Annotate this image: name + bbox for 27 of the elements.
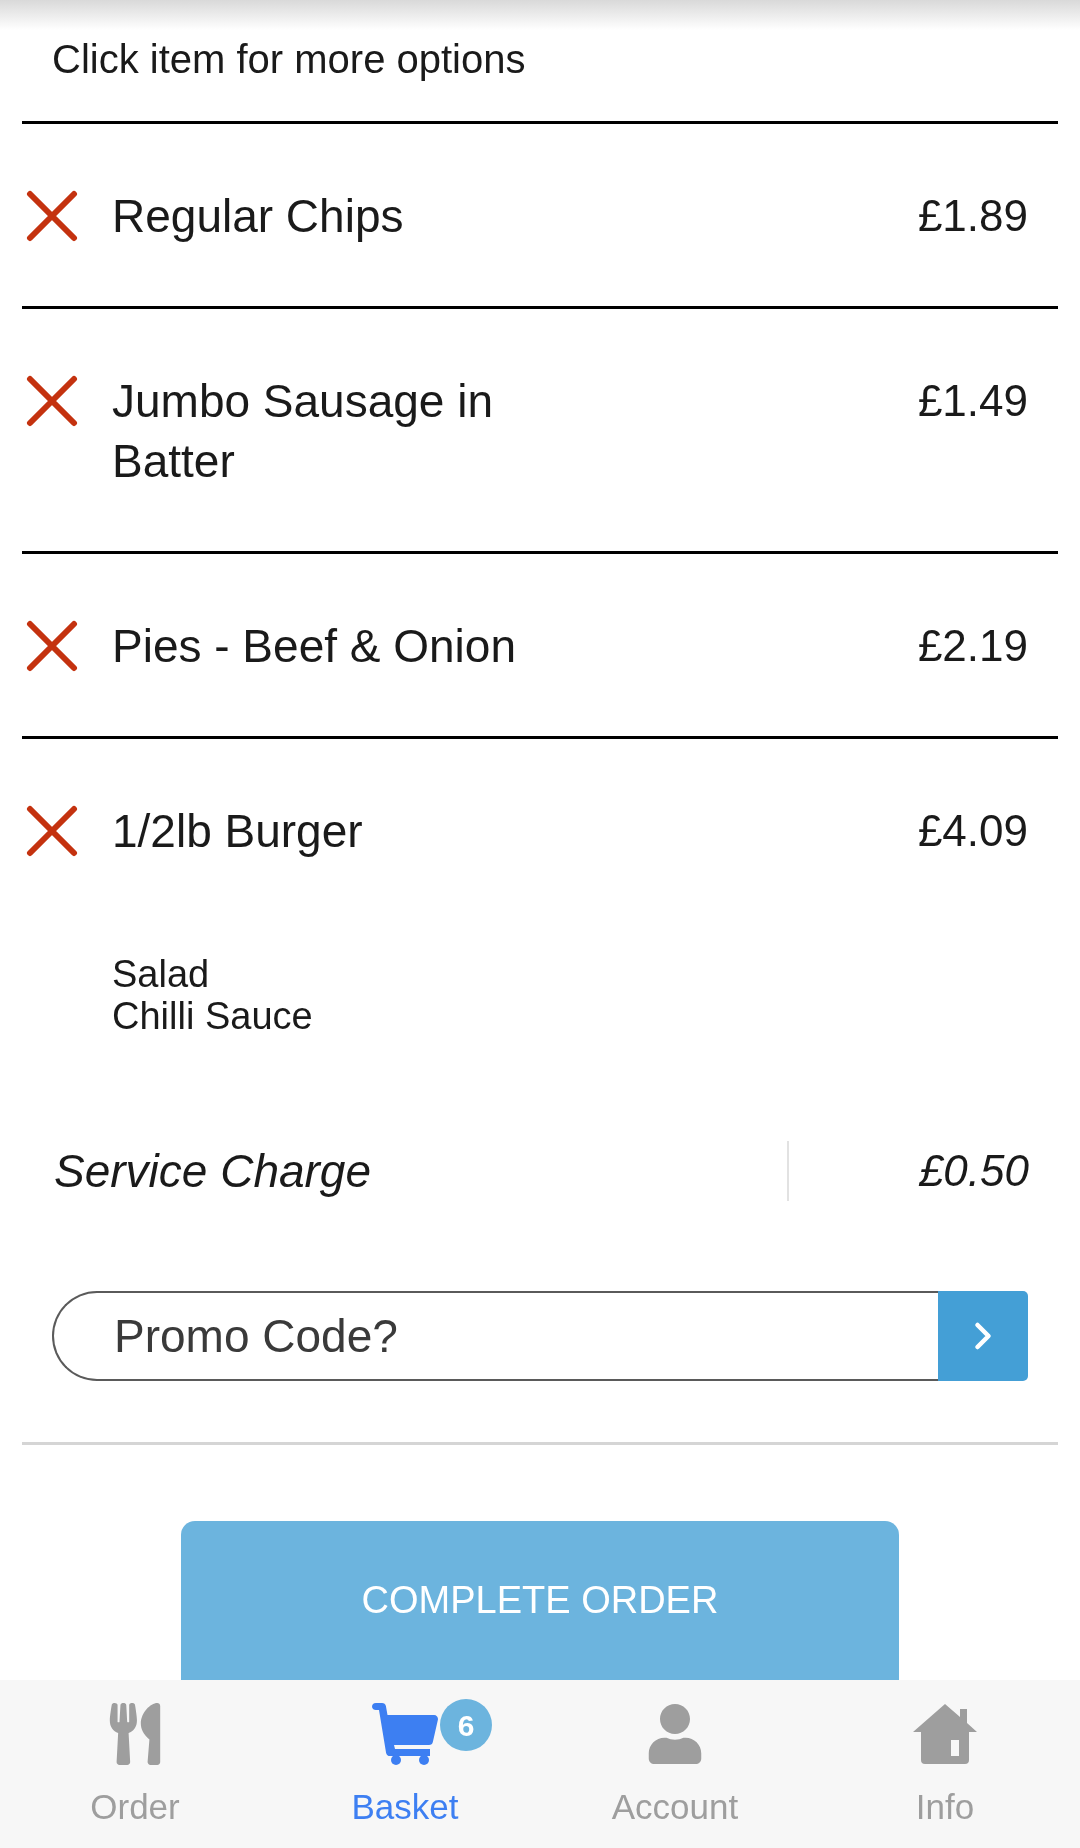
cross-icon[interactable]: [26, 190, 78, 242]
item-name[interactable]: Jumbo Sausage in Batter: [112, 371, 572, 491]
item-name[interactable]: 1/2lb Burger: [112, 801, 363, 861]
cross-icon[interactable]: [26, 375, 78, 427]
nav-tab[interactable]: Account: [611, 1680, 739, 1848]
cart-icon: [372, 1703, 438, 1765]
item-price: £1.89: [917, 190, 1028, 242]
cross-icon[interactable]: [26, 805, 78, 857]
item-price: £1.49: [917, 375, 1028, 427]
option-text: Salad: [112, 953, 210, 995]
item-name[interactable]: Regular Chips: [112, 186, 404, 246]
complete-order-button[interactable]: COMPLETE ORDER: [181, 1521, 899, 1680]
instruction-text: Click item for more options: [52, 37, 526, 81]
service-charge-amount: £0.50: [918, 1145, 1029, 1197]
option-text: Chilli Sauce: [112, 995, 313, 1037]
nav-tab[interactable]: Info: [913, 1680, 977, 1848]
person-icon: [646, 1704, 704, 1764]
promo-code-field[interactable]: Promo Code?: [52, 1291, 938, 1381]
item-name[interactable]: Pies - Beef & Onion: [112, 616, 516, 676]
cross-icon[interactable]: [26, 620, 78, 672]
item-price: £4.09: [917, 805, 1028, 857]
house-icon: [913, 1704, 977, 1764]
service-charge-label: Service Charge: [54, 1145, 372, 1197]
count-badge: 6: [440, 1699, 492, 1751]
fork-knife-icon: [107, 1703, 163, 1765]
item-price: £2.19: [917, 620, 1028, 672]
nav-tab[interactable]: Order: [90, 1680, 180, 1848]
